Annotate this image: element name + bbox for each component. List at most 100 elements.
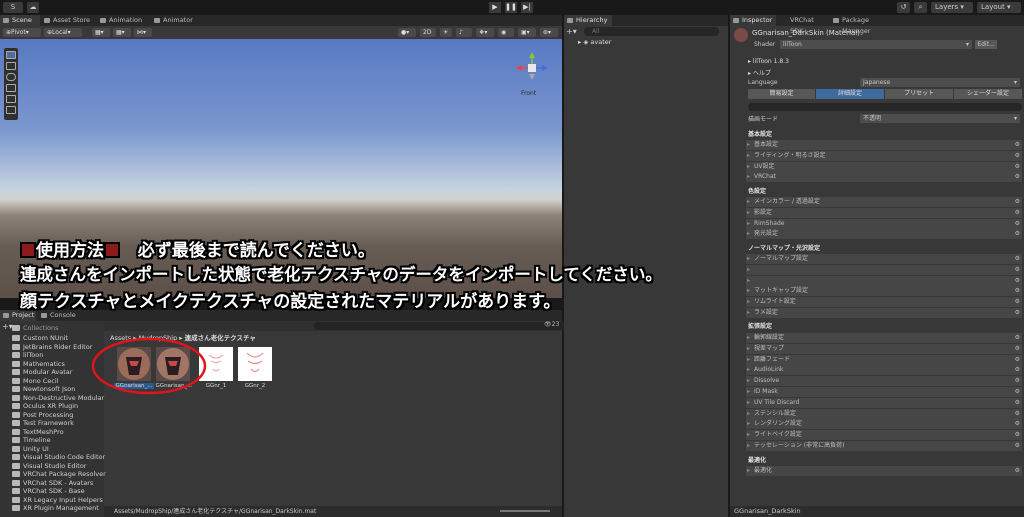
gear-icon[interactable]: ⚙	[1015, 286, 1020, 296]
inspector-section-foldout[interactable]: 視差マップ⚙	[746, 343, 1022, 354]
pivot-dropdown[interactable]: ⊕Pivot▾	[3, 28, 41, 37]
play-button[interactable]: ▶	[489, 2, 501, 13]
effects-dropdown[interactable]: ❖▾	[476, 28, 494, 37]
hierarchy-create-button[interactable]: +▾	[566, 27, 577, 36]
inspector-section-foldout[interactable]: VRChat⚙	[746, 172, 1022, 183]
history-icon[interactable]: ↺	[897, 2, 910, 13]
gear-icon[interactable]: ⚙	[1015, 409, 1020, 419]
gear-icon[interactable]: ⚙	[1015, 308, 1020, 318]
inspector-section-foldout[interactable]: AudioLink⚙	[746, 365, 1022, 376]
hierarchy-search-input[interactable]	[584, 27, 719, 36]
hidden-objects-toggle[interactable]: ◉	[498, 28, 514, 37]
camera-dropdown[interactable]: ▣▾	[518, 28, 536, 37]
inspector-section-foldout[interactable]: ライトベイク設定⚙	[746, 430, 1022, 441]
inspector-section-foldout[interactable]: UV設定⚙	[746, 161, 1022, 172]
hand-tool-icon[interactable]	[6, 51, 16, 59]
gear-icon[interactable]: ⚙	[1015, 208, 1020, 218]
tab-animation[interactable]: Animation	[97, 15, 145, 26]
layout-dropdown[interactable]: Layout ▾	[977, 2, 1021, 13]
gear-icon[interactable]: ⚙	[1015, 441, 1020, 451]
inspector-section-foldout[interactable]: ⚙	[746, 275, 1022, 286]
layers-dropdown[interactable]: Layers ▾	[931, 2, 973, 13]
gear-icon[interactable]: ⚙	[1015, 172, 1020, 182]
gear-icon[interactable]: ⚙	[1015, 254, 1020, 264]
inspector-section-foldout[interactable]: メインカラー / 透過設定⚙	[746, 197, 1022, 207]
inspector-section-foldout[interactable]: UV Tile Discard⚙	[746, 397, 1022, 408]
tab-package-manager[interactable]: Package Manager	[830, 15, 896, 35]
gear-icon[interactable]: ⚙	[1015, 297, 1020, 307]
tab-presets[interactable]: プリセット	[885, 89, 953, 99]
tab-shader-settings[interactable]: シェーダー設定	[954, 89, 1022, 99]
tab-asset-store[interactable]: Asset Store	[41, 15, 91, 26]
gear-icon[interactable]: ⚙	[1015, 355, 1020, 365]
project-search-input[interactable]	[314, 322, 574, 330]
gear-icon[interactable]: ⚙	[1015, 398, 1020, 408]
tab-hierarchy[interactable]: Hierarchy	[564, 15, 612, 26]
gear-icon[interactable]: ⚙	[1015, 333, 1020, 343]
tab-advanced-settings[interactable]: 詳細設定	[816, 89, 884, 99]
render-mode-dropdown[interactable]: 不透明 ▾	[860, 114, 1020, 123]
rotate-tool-icon[interactable]	[6, 73, 16, 81]
gear-icon[interactable]: ⚙	[1015, 162, 1020, 172]
gear-icon[interactable]: ⚙	[1015, 419, 1020, 429]
inspector-section-foldout[interactable]: ステンシル設定⚙	[746, 408, 1022, 419]
inspector-section-foldout[interactable]: マットキャップ設定⚙	[746, 286, 1022, 297]
inspector-search-input[interactable]	[748, 103, 1022, 111]
tree-item-partial[interactable]: Collections	[10, 324, 59, 333]
gear-icon[interactable]: ⚙	[1015, 344, 1020, 354]
inspector-section-foldout[interactable]: 輪郭線設定⚙	[746, 333, 1022, 343]
snap-increment-button[interactable]: ⋈▾	[134, 28, 152, 37]
gear-icon[interactable]: ⚙	[1015, 140, 1020, 150]
inspector-section-foldout[interactable]: ノーマルマップ設定⚙	[746, 254, 1022, 264]
liltoon-version[interactable]: ▸ lilToon 1.8.3	[748, 58, 789, 65]
grid-snap-button[interactable]: ▦▾	[92, 28, 110, 37]
shader-edit-button[interactable]: Edit...	[975, 40, 997, 49]
inspector-section-foldout[interactable]: Dissolve⚙	[746, 376, 1022, 387]
cloud-icon[interactable]: ☁	[27, 2, 39, 13]
language-dropdown[interactable]: Japanese ▾	[860, 78, 1020, 87]
audio-toggle[interactable]: ♪	[456, 28, 472, 37]
gear-icon[interactable]: ⚙	[1015, 430, 1020, 440]
gear-icon[interactable]: ⚙	[1015, 276, 1020, 286]
inspector-section-foldout[interactable]: 発光設定⚙	[746, 229, 1022, 240]
orientation-gizmo[interactable]	[512, 52, 552, 92]
rect-tool-icon[interactable]	[6, 95, 16, 103]
pause-button[interactable]: ❚❚	[505, 2, 517, 13]
tab-animator[interactable]: Animator	[151, 15, 196, 26]
tab-scene[interactable]: Scene	[0, 15, 40, 26]
gear-icon[interactable]: ⚙	[1015, 466, 1020, 476]
gizmos-dropdown[interactable]: ⊛▾	[540, 28, 558, 37]
inspector-section-foldout[interactable]: ⚙	[746, 264, 1022, 275]
inspector-section-foldout[interactable]: 影設定⚙	[746, 207, 1022, 218]
inspector-section-foldout[interactable]: ライティング・明るさ設定⚙	[746, 150, 1022, 161]
search-icon[interactable]: ⌕	[914, 2, 927, 13]
shading-mode-button[interactable]: ●▾	[398, 28, 416, 37]
inspector-section-foldout[interactable]: 距離フェード⚙	[746, 354, 1022, 365]
account-button[interactable]: S	[3, 2, 23, 13]
gear-icon[interactable]: ⚙	[1015, 365, 1020, 375]
tab-inspector[interactable]: Inspector	[730, 15, 776, 26]
inspector-section-foldout[interactable]: レンダリング設定⚙	[746, 419, 1022, 430]
move-tool-icon[interactable]	[6, 62, 16, 70]
scale-tool-icon[interactable]	[6, 84, 16, 92]
gear-icon[interactable]: ⚙	[1015, 229, 1020, 239]
inspector-section-foldout[interactable]: 最適化⚙	[746, 466, 1022, 476]
gear-icon[interactable]: ⚙	[1015, 387, 1020, 397]
gear-icon[interactable]: ⚙	[1015, 376, 1020, 386]
tab-vrchat-sdk[interactable]: VRChat SDK	[778, 15, 828, 35]
local-dropdown[interactable]: ⊕Local▾	[44, 28, 82, 37]
inspector-section-foldout[interactable]: リムライト設定⚙	[746, 297, 1022, 308]
inspector-section-foldout[interactable]: テッセレーション (非常に高負荷)⚙	[746, 441, 1022, 451]
thumbnail-size-slider[interactable]	[500, 510, 550, 512]
step-button[interactable]: ▶|	[521, 2, 533, 13]
grid-toggle-button[interactable]: ▦▾	[113, 28, 131, 37]
gear-icon[interactable]: ⚙	[1015, 265, 1020, 275]
gear-icon[interactable]: ⚙	[1015, 197, 1020, 207]
transform-tool-icon[interactable]	[6, 106, 16, 114]
gear-icon[interactable]: ⚙	[1015, 219, 1020, 229]
inspector-section-foldout[interactable]: ラメ設定⚙	[746, 308, 1022, 318]
folder-tree-item[interactable]: XR Plugin Management	[10, 504, 99, 513]
inspector-section-foldout[interactable]: RimShade⚙	[746, 218, 1022, 229]
lighting-toggle[interactable]: ☀	[440, 28, 452, 37]
help-foldout[interactable]: ▸ ヘルプ	[748, 68, 771, 77]
